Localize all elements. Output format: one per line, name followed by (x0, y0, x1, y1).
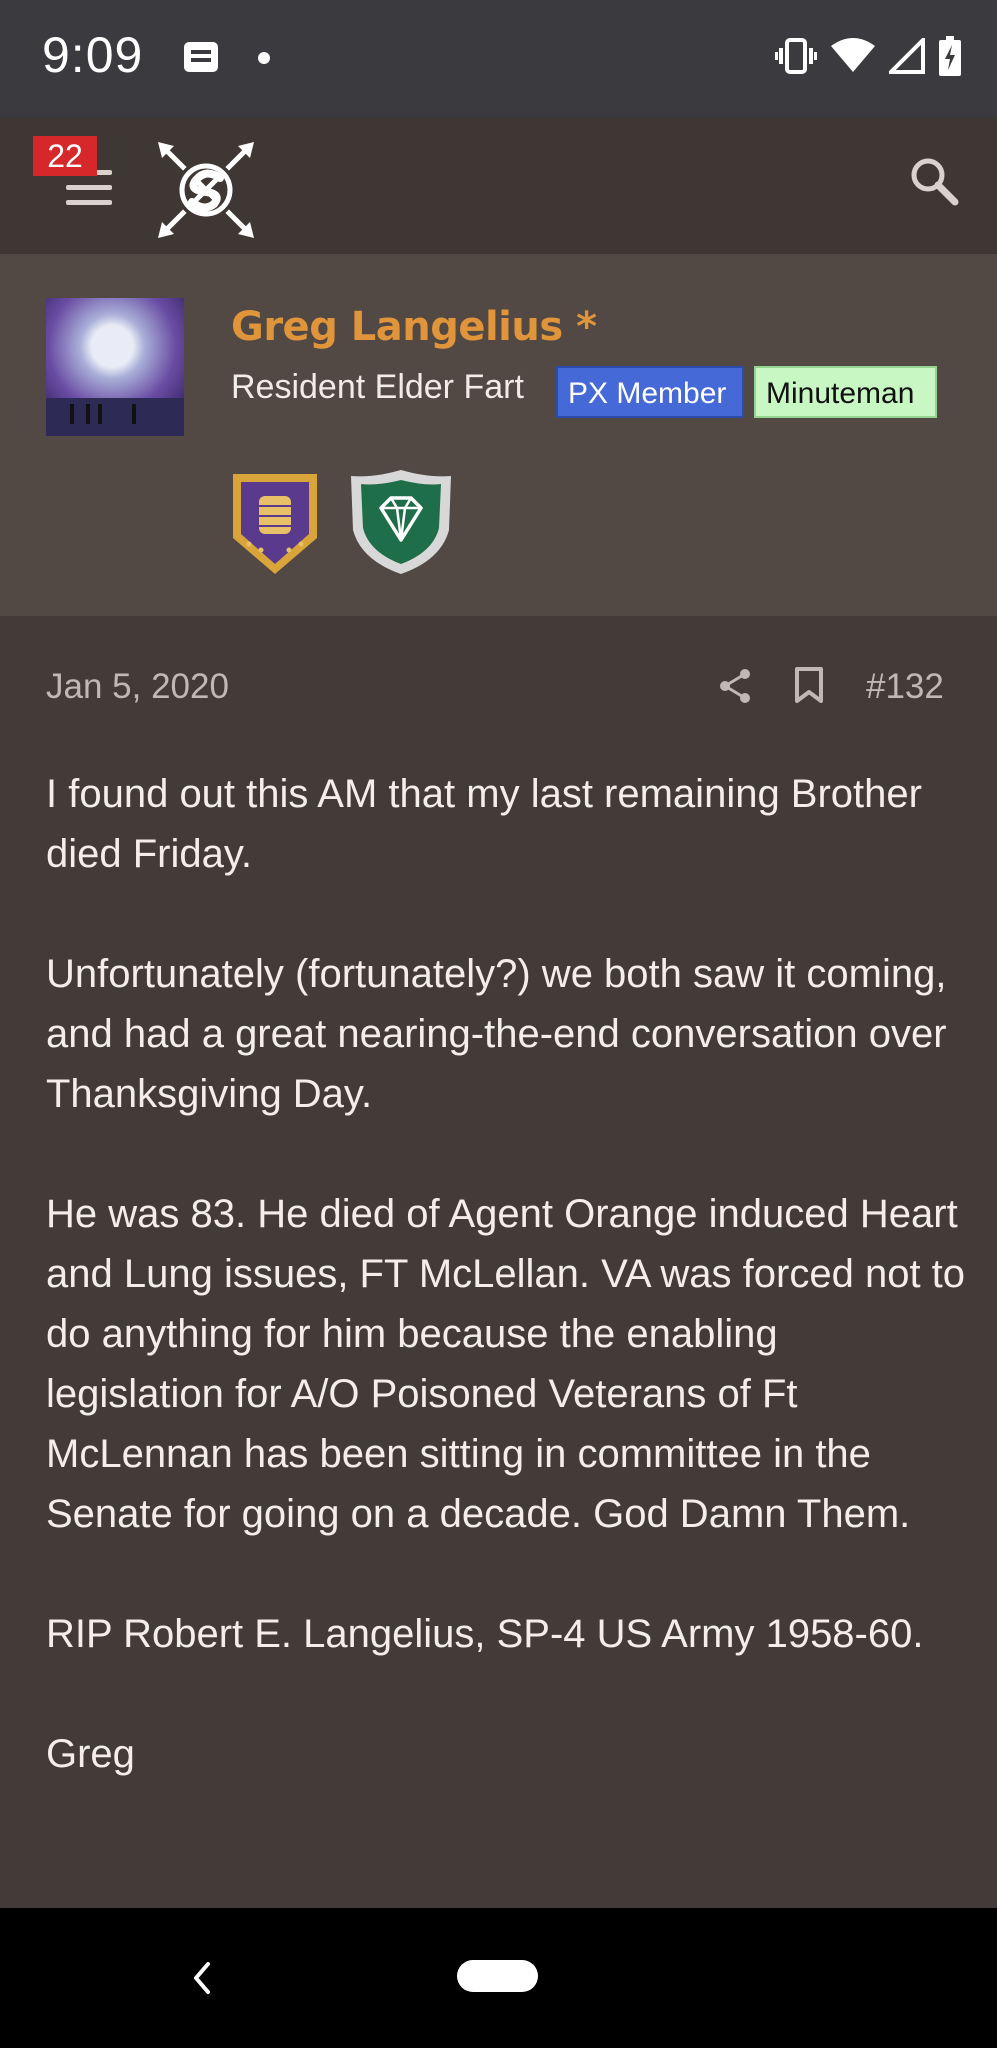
bookmark-icon (795, 667, 823, 703)
notification-dot-icon (258, 52, 270, 64)
notification-count-badge[interactable]: 22 (33, 136, 97, 176)
bookmark-button[interactable] (794, 666, 824, 709)
username[interactable]: Greg Langelius * (231, 304, 597, 350)
back-chevron-icon (194, 1962, 210, 1994)
post-paragraph: Unfortunately (fortunately?) we both saw… (46, 952, 947, 1116)
avatar-figure (98, 404, 102, 424)
system-navigation-bar (0, 1908, 997, 2048)
search-button[interactable] (909, 156, 959, 211)
avatar[interactable] (46, 298, 184, 436)
post-date[interactable]: Jan 5, 2020 (46, 667, 229, 707)
post-body: I found out this AM that my last remaini… (46, 764, 966, 1844)
post-permalink[interactable]: #132 (866, 667, 944, 707)
search-icon (911, 158, 959, 206)
wifi-icon (831, 38, 875, 79)
avatar-figure (132, 404, 136, 424)
post-paragraph: I found out this AM that my last remaini… (46, 772, 922, 876)
signal-icon (886, 35, 925, 79)
status-bar: 9:09 (0, 0, 997, 118)
back-button[interactable] (188, 1958, 216, 2003)
battery-charging-icon (939, 36, 961, 81)
share-button[interactable] (718, 668, 752, 709)
post-author-panel: Greg Langelius * Resident Elder Fart PX … (0, 254, 997, 616)
diamond-shield-badge-icon[interactable] (349, 468, 453, 581)
avatar-figure (86, 404, 90, 424)
hamburger-menu-button[interactable] (60, 170, 116, 210)
post-paragraph: He was 83. He died of Agent Orange induc… (46, 1192, 966, 1536)
app-bar: 22 (0, 118, 997, 254)
home-button[interactable] (457, 1960, 538, 1992)
banner-minuteman: Minuteman (754, 366, 937, 418)
shield-vest-badge-icon[interactable] (231, 468, 319, 581)
post-signature: Greg (46, 1732, 135, 1776)
clock: 9:09 (42, 27, 144, 83)
avatar-figure (70, 404, 74, 424)
banner-px-member: PX Member (556, 366, 744, 418)
site-logo[interactable] (158, 142, 254, 243)
system-icons (775, 35, 961, 81)
vibrate-icon (775, 36, 817, 81)
post-paragraph: RIP Robert E. Langelius, SP-4 US Army 19… (46, 1612, 924, 1656)
user-title: Resident Elder Fart (231, 368, 524, 406)
menu-line (66, 185, 112, 190)
menu-line (66, 200, 112, 205)
avatar-ground (46, 398, 184, 436)
notification-icon (184, 42, 218, 79)
share-icon (720, 669, 750, 703)
